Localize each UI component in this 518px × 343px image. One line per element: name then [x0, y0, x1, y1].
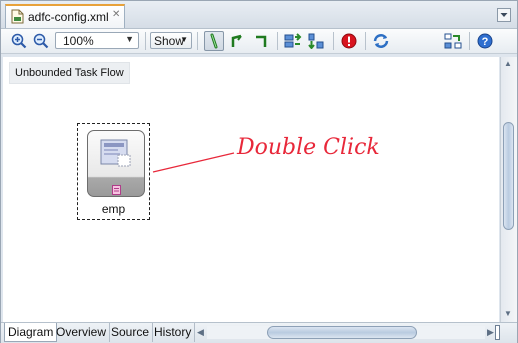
tab-close-icon[interactable]: ✕	[112, 9, 120, 20]
toolbar-divider	[145, 32, 146, 50]
tab-list-dropdown-icon[interactable]	[497, 8, 511, 22]
diagram-canvas[interactable]: Unbounded Task Flow emp Double Click	[3, 57, 499, 322]
vertical-scrollbar[interactable]: ▲ ▼	[500, 57, 517, 322]
horizontal-scroll-thumb[interactable]	[267, 326, 417, 339]
tab-overview[interactable]: Overview	[53, 323, 111, 342]
tab-label: adfc-config.xml	[28, 10, 109, 24]
diagram-toolbar: 100% ▼ Show ▼ ?	[1, 29, 517, 54]
scroll-right-icon[interactable]: ▶	[487, 326, 494, 339]
editor-window: adfc-config.xml ✕ 100% ▼ Show ▼ ? Unboun…	[0, 0, 518, 343]
layout-icon[interactable]	[283, 31, 303, 51]
editor-bottom-bar: Diagram Overview Source History ◀ ▶	[1, 322, 517, 343]
toolbar-divider	[277, 32, 278, 50]
vertical-scroll-thumb[interactable]	[503, 122, 514, 230]
horizontal-scrollbar[interactable]: ◀ ▶	[197, 326, 495, 339]
tab-source[interactable]: Source	[108, 323, 154, 342]
zoom-value: 100%	[63, 34, 94, 48]
tab-diagram[interactable]: Diagram	[4, 323, 58, 342]
zoom-in-icon[interactable]	[9, 31, 29, 51]
splitter-handle[interactable]	[495, 325, 500, 340]
zoom-select[interactable]: 100% ▼	[55, 32, 139, 49]
show-dropdown-button[interactable]: Show ▼	[150, 32, 192, 49]
chevron-down-icon: ▼	[125, 34, 134, 44]
refresh-icon[interactable]	[371, 31, 391, 51]
zoom-out-icon[interactable]	[31, 31, 51, 51]
toolbar-divider	[197, 32, 198, 50]
chevron-down-icon: ▼	[180, 35, 188, 44]
tab-adfc-config[interactable]: adfc-config.xml ✕	[5, 4, 125, 28]
callout-line	[152, 152, 235, 173]
help-icon[interactable]: ?	[475, 31, 495, 51]
tab-strip: adfc-config.xml ✕	[1, 1, 517, 29]
wildcard-flow-icon[interactable]	[251, 31, 271, 51]
control-flow-icon[interactable]	[227, 31, 247, 51]
tab-history[interactable]: History	[151, 323, 196, 342]
select-tool-icon[interactable]	[204, 31, 224, 51]
svg-text:?: ?	[482, 36, 489, 48]
xml-file-icon	[11, 9, 24, 24]
annotation-double-click: Double Click	[237, 135, 380, 160]
scroll-down-icon[interactable]: ▼	[504, 309, 512, 318]
toolbar-divider	[365, 32, 366, 50]
scroll-up-icon[interactable]: ▲	[504, 59, 512, 68]
overview-icon[interactable]	[443, 31, 463, 51]
distribute-icon[interactable]	[306, 31, 326, 51]
validate-error-icon[interactable]	[339, 31, 359, 51]
toolbar-divider	[333, 32, 334, 50]
scroll-left-icon[interactable]: ◀	[197, 326, 204, 339]
horizontal-scroll-track[interactable]	[207, 326, 485, 339]
toolbar-divider	[469, 32, 470, 50]
